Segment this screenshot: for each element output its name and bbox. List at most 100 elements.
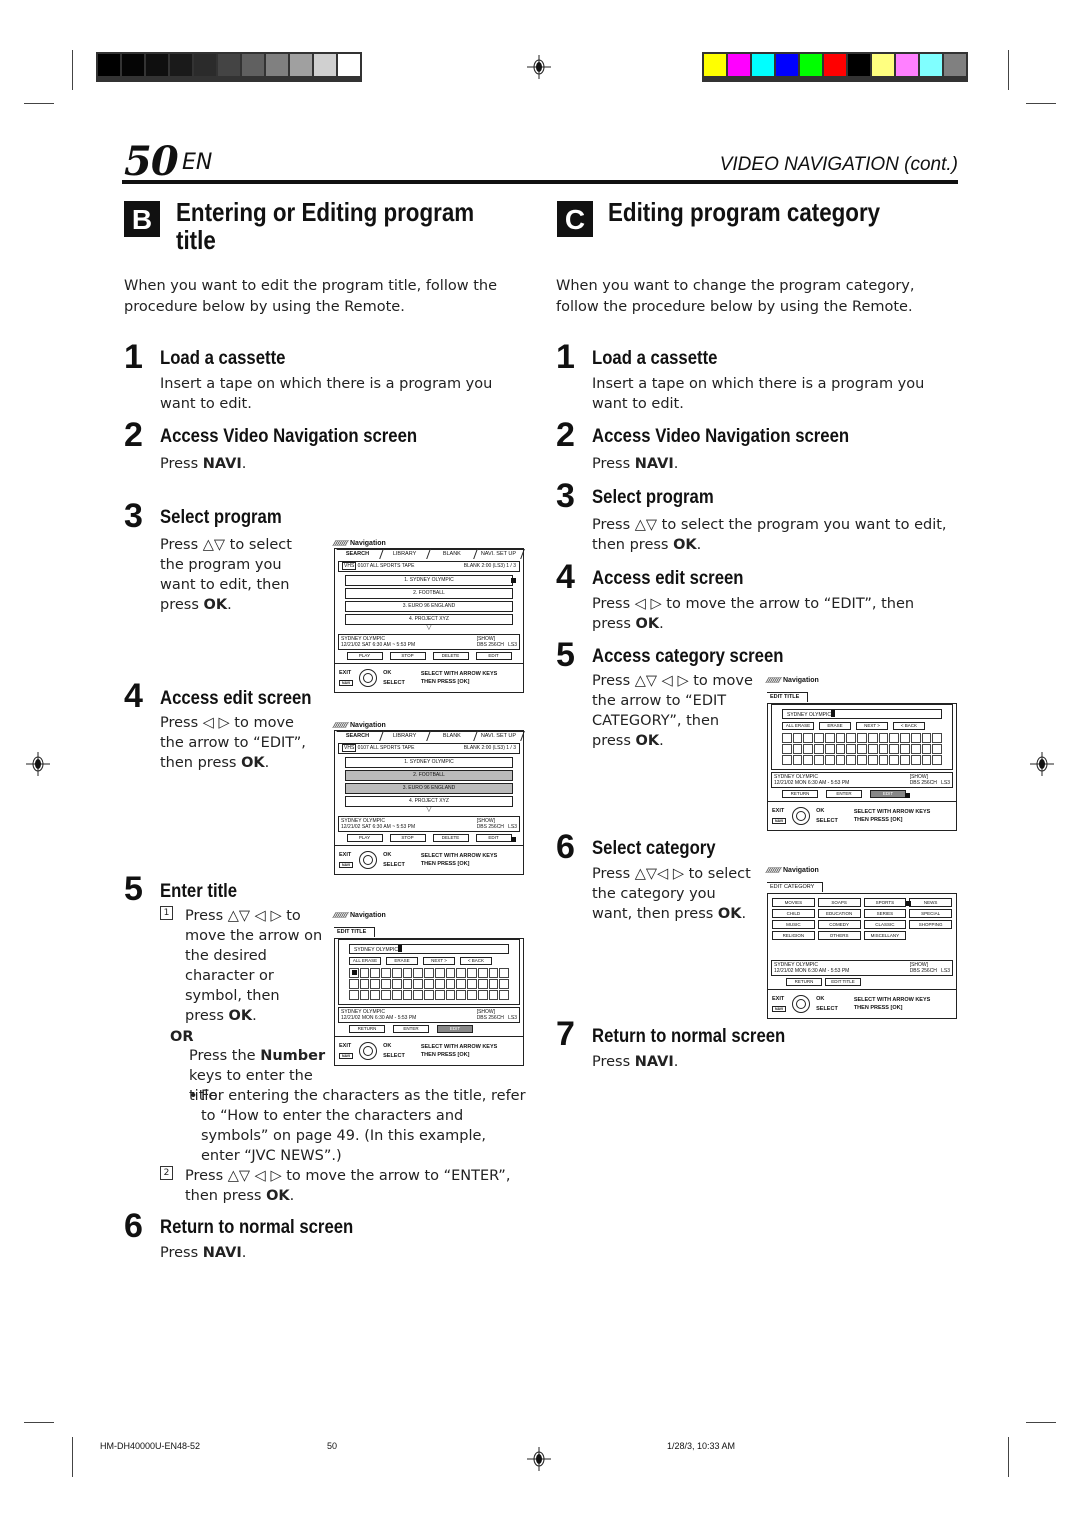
character-cell[interactable]: [782, 755, 792, 765]
character-cell[interactable]: [413, 968, 424, 978]
character-cell[interactable]: [846, 733, 857, 743]
back-button[interactable]: < BACK: [893, 722, 925, 730]
edit-button[interactable]: EDIT: [475, 834, 516, 842]
character-cell[interactable]: [792, 755, 803, 765]
character-cell[interactable]: [413, 990, 424, 1000]
character-cell[interactable]: [792, 744, 803, 754]
character-cell[interactable]: [932, 744, 942, 754]
category-sports[interactable]: SPORTS: [863, 898, 907, 907]
character-cell[interactable]: [792, 733, 803, 743]
play-button[interactable]: PLAY: [346, 652, 383, 660]
tab-search[interactable]: SEARCH: [333, 731, 384, 741]
program-item[interactable]: 1. SYDNEY OLYMPIC: [345, 757, 513, 768]
character-cell[interactable]: [424, 979, 434, 989]
character-cell[interactable]: [835, 733, 846, 743]
return-button[interactable]: RETURN: [349, 1025, 385, 1033]
delete-button[interactable]: DELETE: [432, 834, 469, 842]
character-cell[interactable]: [349, 990, 359, 1000]
character-cell[interactable]: [803, 744, 814, 754]
tab-library[interactable]: LIBRARY: [380, 549, 431, 559]
tab-edit-title[interactable]: EDIT TITLE: [334, 927, 376, 937]
character-cell[interactable]: [867, 744, 878, 754]
character-cell[interactable]: [846, 755, 857, 765]
program-item[interactable]: 2. FOOTBALL: [345, 588, 513, 599]
character-cell[interactable]: [824, 755, 835, 765]
enter-button[interactable]: ENTER: [826, 790, 862, 798]
title-input[interactable]: SYDNEY OLYMPIC: [349, 944, 509, 954]
character-cell[interactable]: [424, 968, 434, 978]
program-item[interactable]: 4. PROJECT XYZ: [345, 614, 513, 625]
character-cell[interactable]: [445, 979, 456, 989]
tab-navi-setup[interactable]: NAVI. SET UP: [474, 549, 525, 559]
character-cell[interactable]: [477, 990, 488, 1000]
tab-edit-category[interactable]: EDIT CATEGORY: [767, 882, 824, 892]
character-cell[interactable]: [467, 979, 477, 989]
character-cell[interactable]: [391, 968, 402, 978]
character-cell[interactable]: [921, 733, 932, 743]
character-cell[interactable]: [488, 968, 499, 978]
category-news[interactable]: NEWS: [909, 898, 952, 907]
character-cell[interactable]: [370, 990, 381, 1000]
delete-button[interactable]: DELETE: [432, 652, 469, 660]
character-cell[interactable]: [878, 755, 889, 765]
character-cell[interactable]: [445, 990, 456, 1000]
category-religion[interactable]: RELIGION: [772, 931, 815, 940]
character-cell[interactable]: [867, 755, 878, 765]
character-cell[interactable]: [878, 744, 889, 754]
character-cell[interactable]: [349, 979, 359, 989]
character-cell[interactable]: [910, 744, 921, 754]
category-classic[interactable]: CLASSIC: [863, 920, 907, 929]
character-cell[interactable]: [456, 968, 467, 978]
character-cell[interactable]: [814, 744, 824, 754]
character-cell[interactable]: [467, 968, 477, 978]
character-cell[interactable]: [921, 755, 932, 765]
character-cell[interactable]: [359, 990, 370, 1000]
edit-category-button[interactable]: EDIT CATEGORY: [870, 790, 910, 802]
character-cell[interactable]: [857, 755, 867, 765]
character-cell[interactable]: [814, 755, 824, 765]
tab-search[interactable]: SEARCH: [333, 549, 384, 559]
character-cell[interactable]: [477, 968, 488, 978]
character-cell[interactable]: [803, 755, 814, 765]
next-button[interactable]: NEXT >: [423, 957, 455, 965]
character-cell[interactable]: [910, 755, 921, 765]
category-soaps[interactable]: SOAPS: [817, 898, 861, 907]
stop-button[interactable]: STOP: [389, 652, 426, 660]
play-button[interactable]: PLAY: [346, 834, 383, 842]
back-button[interactable]: < BACK: [460, 957, 492, 965]
character-cell[interactable]: [857, 733, 867, 743]
character-cell[interactable]: [391, 979, 402, 989]
character-cell[interactable]: [889, 733, 900, 743]
character-cell[interactable]: [381, 979, 391, 989]
character-cell[interactable]: [370, 968, 381, 978]
character-cell[interactable]: [488, 979, 499, 989]
program-item[interactable]: 2. FOOTBALL: [345, 770, 513, 781]
character-cell[interactable]: [889, 744, 900, 754]
enter-button[interactable]: ENTER: [393, 1025, 429, 1033]
edit-title-button[interactable]: EDIT TITLE: [825, 978, 861, 986]
tab-library[interactable]: LIBRARY: [380, 731, 431, 741]
character-cell[interactable]: [782, 733, 792, 743]
category-education[interactable]: EDUCATION: [817, 909, 861, 918]
character-cell[interactable]: [878, 733, 889, 743]
character-cell[interactable]: [824, 744, 835, 754]
edit-button[interactable]: EDIT: [475, 652, 512, 660]
category-series[interactable]: SERIES: [863, 909, 907, 918]
tab-blank[interactable]: BLANK: [427, 731, 478, 741]
category-shopping[interactable]: SHOPPING: [909, 920, 952, 929]
character-cell[interactable]: [359, 979, 370, 989]
character-cell[interactable]: [900, 755, 910, 765]
category-music[interactable]: MUSIC: [772, 920, 815, 929]
scroll-down-icon[interactable]: ▽: [345, 624, 513, 631]
character-cell[interactable]: [910, 733, 921, 743]
character-cell[interactable]: [434, 979, 445, 989]
character-cell[interactable]: [381, 990, 391, 1000]
character-cell[interactable]: [402, 968, 413, 978]
edit-category-button[interactable]: EDIT CATEGORY: [437, 1025, 473, 1037]
character-cell[interactable]: [445, 968, 456, 978]
all-erase-button[interactable]: ALL ERASE: [349, 957, 381, 965]
character-cell[interactable]: [456, 979, 467, 989]
tab-navi-setup[interactable]: NAVI. SET UP: [474, 731, 525, 741]
character-cell[interactable]: [456, 990, 467, 1000]
category-others[interactable]: OTHERS: [817, 931, 861, 940]
